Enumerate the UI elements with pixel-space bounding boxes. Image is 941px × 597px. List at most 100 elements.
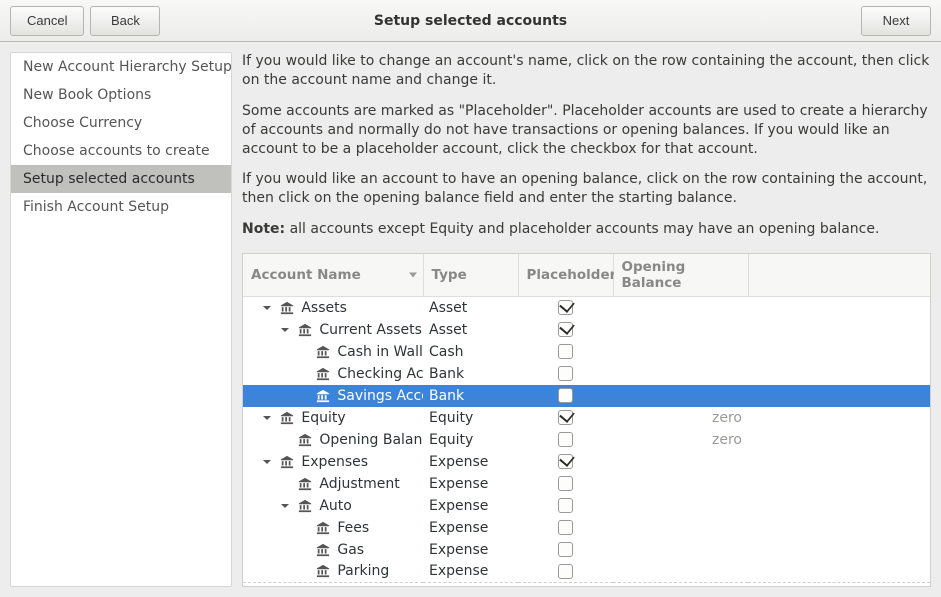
account-type-cell: Bank — [423, 385, 518, 407]
placeholder-checkbox[interactable] — [558, 300, 573, 315]
account-name-label: Fees — [337, 520, 369, 536]
account-row[interactable]: Cash in WalletCash — [243, 341, 930, 363]
opening-balance-cell[interactable] — [613, 473, 748, 495]
chevron-down-icon[interactable] — [279, 324, 291, 336]
account-row[interactable]: ParkingExpense — [243, 561, 930, 583]
placeholder-checkbox[interactable] — [558, 498, 573, 513]
col-header-type[interactable]: Type — [423, 254, 518, 297]
wizard-step[interactable]: New Book Options — [11, 81, 231, 109]
row-pad — [748, 517, 930, 539]
bank-icon — [316, 543, 330, 557]
opening-balance-cell[interactable] — [613, 319, 748, 341]
account-row[interactable]: Opening BalancesEquity zero — [243, 429, 930, 451]
opening-balance-cell[interactable] — [613, 297, 748, 319]
placeholder-cell — [518, 495, 613, 517]
account-row[interactable]: Checking AccouBank — [243, 363, 930, 385]
row-pad — [748, 407, 930, 429]
account-name-cell[interactable]: Checking Accou — [243, 363, 423, 385]
account-name-cell[interactable]: Gas — [243, 539, 423, 561]
opening-balance-cell[interactable] — [613, 517, 748, 539]
row-pad — [748, 473, 930, 495]
account-name-label: Equity — [301, 410, 345, 426]
back-button[interactable]: Back — [90, 6, 160, 36]
opening-balance-cell[interactable] — [613, 385, 748, 407]
placeholder-checkbox[interactable] — [558, 520, 573, 535]
col-header-opening-balance[interactable]: Opening Balance — [613, 254, 748, 297]
account-name-cell[interactable]: Parking — [243, 561, 423, 583]
account-name-cell[interactable]: Savings Account — [243, 385, 423, 407]
account-type-cell: Equity — [423, 429, 518, 451]
placeholder-cell — [518, 319, 613, 341]
account-row[interactable]: EquityEquityzero — [243, 407, 930, 429]
account-row[interactable]: ExpensesExpense — [243, 451, 930, 473]
account-type-cell: Expense — [423, 473, 518, 495]
expander-placeholder — [297, 390, 309, 402]
account-row[interactable]: AdjustmentExpense — [243, 473, 930, 495]
wizard-step[interactable]: Setup selected accounts — [11, 165, 231, 193]
cancel-button[interactable]: Cancel — [10, 6, 84, 36]
opening-balance-cell[interactable] — [613, 561, 748, 583]
opening-balance-cell[interactable]: zero — [613, 407, 748, 429]
account-name-cell[interactable]: Equity — [243, 407, 423, 429]
account-name-label: Assets — [301, 300, 347, 316]
placeholder-cell — [518, 385, 613, 407]
account-name-label: Current Assets — [319, 322, 422, 338]
wizard-step[interactable]: Choose accounts to create — [11, 137, 231, 165]
placeholder-checkbox[interactable] — [558, 564, 573, 579]
placeholder-checkbox[interactable] — [558, 388, 573, 403]
opening-balance-cell[interactable] — [613, 539, 748, 561]
account-name-cell[interactable]: Fees — [243, 517, 423, 539]
placeholder-checkbox[interactable] — [558, 476, 573, 491]
opening-balance-cell[interactable] — [613, 495, 748, 517]
placeholder-checkbox[interactable] — [558, 542, 573, 557]
instructions: If you would like to change an account's… — [242, 52, 931, 251]
account-name-cell[interactable]: Expenses — [243, 451, 423, 473]
account-name-cell[interactable]: Adjustment — [243, 473, 423, 495]
instructions-p1: If you would like to change an account's… — [242, 52, 931, 90]
account-row[interactable]: Current AssetsAsset — [243, 319, 930, 341]
placeholder-checkbox[interactable] — [558, 366, 573, 381]
placeholder-cell — [518, 451, 613, 473]
account-name-label: Savings Account — [337, 388, 423, 404]
account-row[interactable]: AutoExpense — [243, 495, 930, 517]
account-name-cell[interactable]: Current Assets — [243, 319, 423, 341]
account-type-cell: Asset — [423, 319, 518, 341]
account-row[interactable]: FeesExpense — [243, 517, 930, 539]
placeholder-checkbox[interactable] — [558, 454, 573, 469]
wizard-step[interactable]: Choose Currency — [11, 109, 231, 137]
opening-balance-cell[interactable]: zero — [613, 429, 748, 451]
col-header-placeholder[interactable]: Placeholder — [518, 254, 613, 297]
chevron-down-icon[interactable] — [261, 302, 273, 314]
expander-placeholder — [279, 478, 291, 490]
chevron-down-icon[interactable] — [279, 500, 291, 512]
account-row[interactable]: AssetsAsset — [243, 297, 930, 319]
account-name-cell[interactable]: Opening Balances — [243, 429, 423, 451]
opening-balance-cell[interactable] — [613, 363, 748, 385]
accounts-table-container[interactable]: Account Name Type Placeholder Opening Ba… — [242, 253, 931, 587]
placeholder-cell — [518, 363, 613, 385]
expander-placeholder — [297, 368, 309, 380]
account-row[interactable]: GasExpense — [243, 539, 930, 561]
account-type-cell: Expense — [423, 451, 518, 473]
wizard-step[interactable]: Finish Account Setup — [11, 193, 231, 221]
wizard-step[interactable]: New Account Hierarchy Setup — [11, 53, 231, 81]
placeholder-cell — [518, 561, 613, 583]
chevron-down-icon[interactable] — [261, 456, 273, 468]
main-area: New Account Hierarchy SetupNew Book Opti… — [0, 42, 941, 597]
placeholder-checkbox[interactable] — [558, 322, 573, 337]
opening-balance-cell[interactable] — [613, 341, 748, 363]
account-name-cell[interactable]: Cash in Wallet — [243, 341, 423, 363]
chevron-down-icon[interactable] — [261, 412, 273, 424]
placeholder-cell — [518, 473, 613, 495]
placeholder-checkbox[interactable] — [558, 344, 573, 359]
expander-placeholder — [297, 522, 309, 534]
account-name-cell[interactable]: Assets — [243, 297, 423, 319]
account-row[interactable]: Savings AccountBank — [243, 385, 930, 407]
col-header-account-name[interactable]: Account Name — [243, 254, 423, 297]
placeholder-checkbox[interactable] — [558, 410, 573, 425]
opening-balance-cell[interactable] — [613, 451, 748, 473]
placeholder-checkbox[interactable] — [558, 432, 573, 447]
account-name-cell[interactable]: Auto — [243, 495, 423, 517]
next-button[interactable]: Next — [861, 6, 931, 36]
account-type-cell: Cash — [423, 341, 518, 363]
